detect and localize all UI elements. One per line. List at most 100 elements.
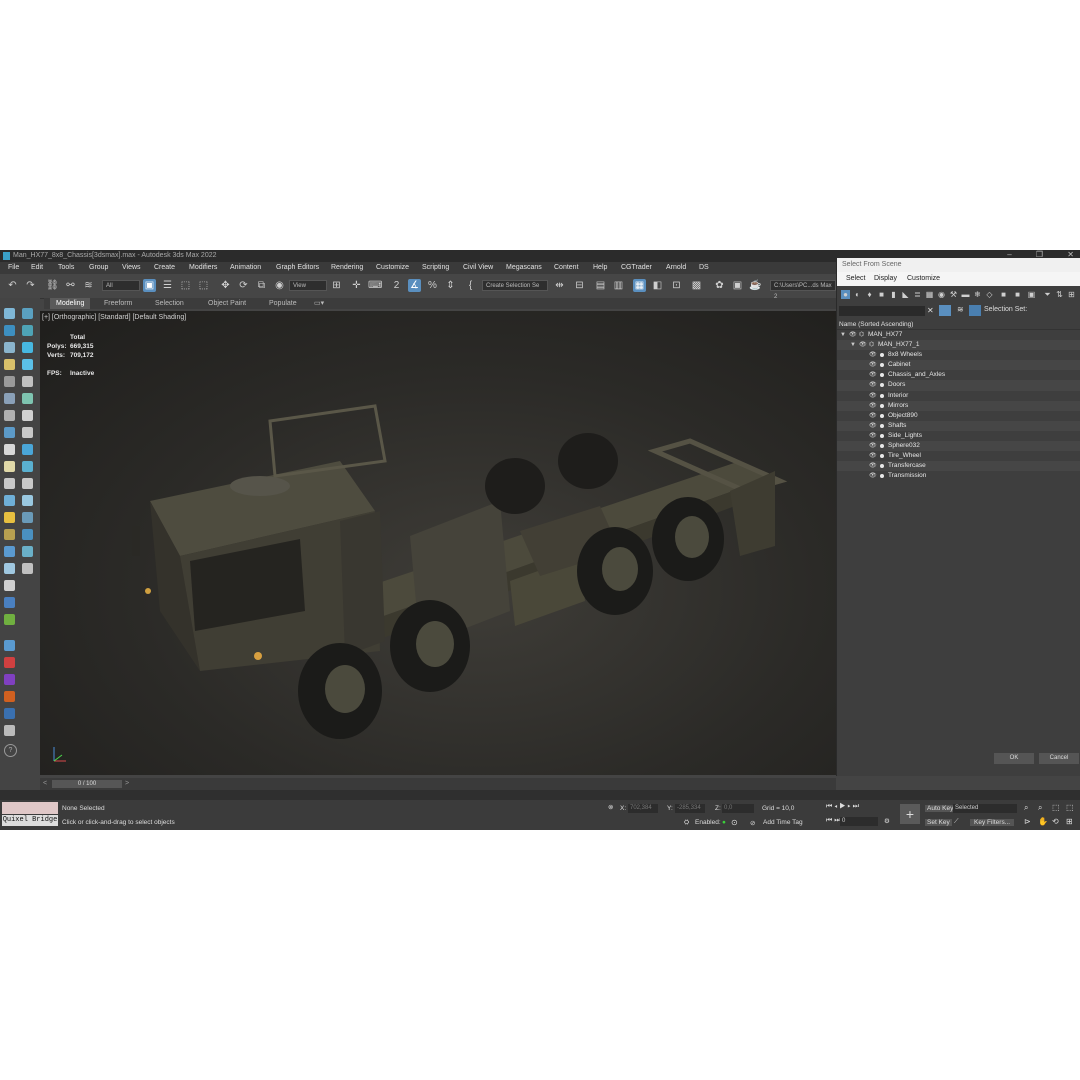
select-by-name-icon[interactable]: ☰ [161,279,174,292]
playback-controls-icon[interactable]: ⏮ ◂ ▶ ▸ ⏭ [826,803,859,811]
close-icon[interactable]: ✕ [1067,250,1074,259]
cylinder-tool-icon[interactable] [22,410,33,421]
rendered-frame-icon[interactable]: ▩ [690,279,703,292]
paint-tool-icon[interactable] [4,495,15,506]
maxscript-listener[interactable] [2,802,58,814]
visibility-eye-icon[interactable]: 👁 [869,370,877,380]
rotate-icon[interactable]: ⟳ [237,279,250,292]
zoom-icon[interactable]: ⌕ [1024,803,1028,813]
menu-cgtrader[interactable]: CGTrader [621,262,652,274]
menu-content[interactable]: Content [554,262,579,274]
layers-icon[interactable]: ≋ [957,305,964,314]
sphere-tool-icon[interactable] [4,410,15,421]
select-none-icon[interactable]: ■ [1013,290,1022,299]
visibility-eye-icon[interactable]: 👁 [869,360,877,370]
lasso-tool-icon[interactable] [4,563,15,574]
render-production-icon[interactable]: ✿ [713,279,726,292]
tree-row-item[interactable]: 👁 Mirrors [837,400,1080,411]
adaptive-degradation-icon[interactable]: ⛭ [684,819,689,827]
select-manipulate-icon[interactable]: ✛ [350,279,363,292]
hierarchy-icon[interactable] [4,325,15,336]
field-of-view-icon[interactable]: ⊳ [1024,817,1031,826]
zoom-extents-all-icon[interactable]: ⬚ [1066,803,1074,812]
visibility-eye-icon[interactable]: 👁 [869,401,877,411]
menu-tools[interactable]: Tools [58,262,74,274]
zoom-all-icon[interactable]: ⌕ [1038,803,1042,813]
cancel-button[interactable]: Cancel [1039,753,1079,764]
tree-row-item[interactable]: 👁 Doors [837,380,1080,391]
color-palette-icon[interactable] [4,657,15,668]
help-icon[interactable]: ? [4,744,17,757]
spacewarp-icon[interactable] [22,376,33,387]
tree-row-item[interactable]: 👁 Object890 [837,411,1080,421]
current-frame-field[interactable]: 0 [840,817,878,826]
scatter-tool-icon[interactable] [22,495,33,506]
tree-row-item[interactable]: 👁 Shafts [837,420,1080,431]
window-crossing-icon[interactable]: ⬚ [197,279,210,292]
filter-shapes-icon[interactable]: ◐ [853,290,862,299]
y-coordinate-field[interactable]: -285,334 [675,804,705,813]
torus-tool-icon[interactable] [4,427,15,438]
link-icon[interactable]: ⛓ [46,279,59,292]
render-iterative-icon[interactable]: ▣ [731,279,744,292]
plant-tool-icon[interactable] [4,614,15,625]
pan-icon[interactable]: ✋ [1038,817,1048,826]
column-header-name[interactable]: Name (Sorted Ascending) [837,320,1080,330]
filter-geometry-icon[interactable]: ● [841,290,850,299]
keyboard-shortcut-icon[interactable]: ⌨ [368,279,382,292]
panel-menu-display[interactable]: Display [874,272,897,286]
z-coordinate-field[interactable]: 0,0 [722,804,754,813]
selection-set-icon[interactable] [969,305,981,316]
motion-icon[interactable] [22,325,33,336]
edit-named-selection-icon[interactable]: { [464,279,477,292]
tab-object-paint[interactable]: Object Paint [208,298,246,309]
panel-menu-select[interactable]: Select [846,272,865,286]
tree-row-item[interactable]: 👁 Interior [837,391,1080,401]
geosphere-tool-icon[interactable] [22,444,33,455]
render-tool-icon[interactable] [22,512,33,523]
cone-tool-icon[interactable] [4,444,15,455]
key-tangent-icon[interactable]: ⟋ [954,818,959,826]
set-key-button[interactable]: Set Key [925,819,952,826]
schematic-view-icon[interactable]: ▦ [633,279,646,292]
display-panel-icon[interactable] [4,342,15,353]
visibility-eye-icon[interactable]: 👁 [849,330,857,340]
filter-hidden-icon[interactable]: ❄ [973,290,982,299]
menu-megascans[interactable]: Megascans [506,262,542,274]
layer-explorer-icon[interactable]: ▤ [594,279,607,292]
key-filters-button[interactable]: Key Filters... [970,819,1015,826]
menu-arnold[interactable]: Arnold [666,262,686,274]
key-mode-icon[interactable]: ⏮ ⏭ [826,817,841,825]
isolate-icon[interactable]: ⊙ [731,818,738,827]
time-prev-icon[interactable]: < [43,780,47,787]
redo-icon[interactable]: ↷ [24,279,37,292]
panel-menu-customize[interactable]: Customize [907,272,940,286]
snap-tool-icon[interactable] [22,546,33,557]
box-tool-icon[interactable] [22,393,33,404]
plane-tool-icon[interactable] [4,478,15,489]
ok-button[interactable]: OK [994,753,1034,764]
filter-helpers-icon[interactable]: ▮ [889,290,898,299]
tree-row-item[interactable]: 👁 Tire_Wheel [837,451,1080,461]
time-tag-icon[interactable]: ⊘ [750,819,755,827]
visibility-eye-icon[interactable]: 👁 [869,471,877,481]
filter-frozen-icon[interactable]: ▬ [961,290,970,299]
visibility-eye-icon[interactable]: 👁 [869,411,877,421]
selection-filter-dropdown[interactable]: All [102,280,140,291]
region-select-icon[interactable]: ⬚ [179,279,192,292]
place-icon[interactable]: ◉ [273,279,286,292]
tab-freeform[interactable]: Freeform [104,298,132,309]
sun-tool-icon[interactable] [4,512,15,523]
bind-spacewarp-icon[interactable]: ≋ [82,279,95,292]
filter-funnel-icon[interactable]: ⏷ [1043,290,1052,299]
options-icon[interactable]: ⊞ [1067,290,1076,299]
maximize-viewport-icon[interactable]: ⊞ [1066,817,1073,826]
tree-row-item[interactable]: 👁 Chassis_and_Axles [837,370,1080,380]
tree-row-item[interactable]: 👁 Transfercase [837,461,1080,472]
visibility-eye-icon[interactable]: 👁 [869,421,877,431]
visibility-eye-icon[interactable]: 👁 [869,380,877,390]
set-key-plus-icon[interactable]: + [900,804,920,824]
menu-views[interactable]: Views [122,262,141,274]
toggle-ribbon-icon[interactable]: ▥ [612,279,625,292]
tab-populate[interactable]: Populate [269,298,297,309]
